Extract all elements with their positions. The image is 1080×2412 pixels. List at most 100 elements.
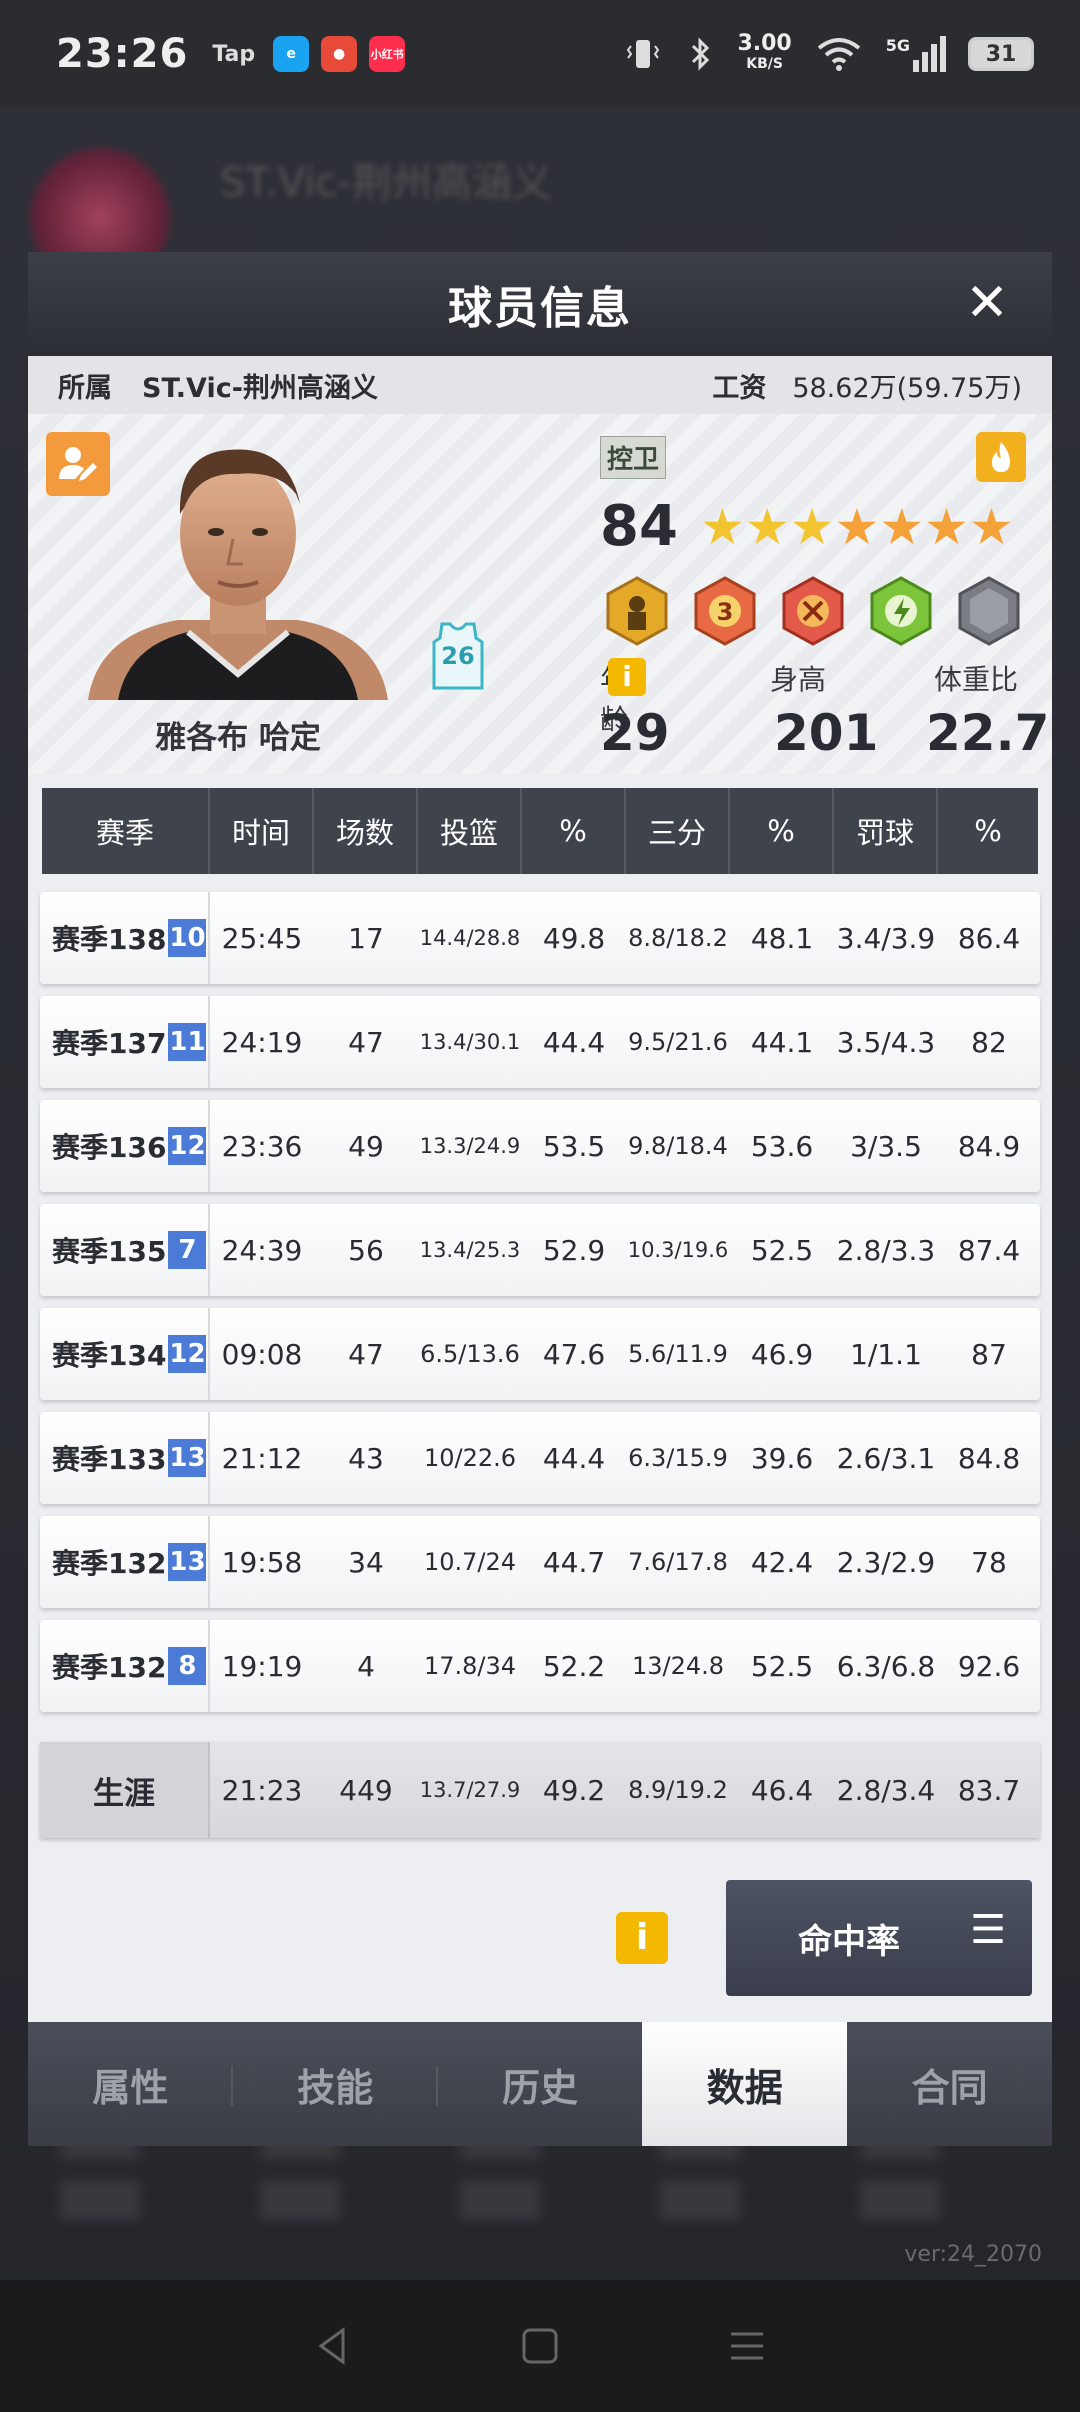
fg-pct-cell: 53.5 [542,1129,606,1163]
ft-cell: 3.5/4.3 [836,1025,936,1059]
table-row[interactable]: 赛季136 12 23:36 49 13.3/24.9 53.5 9.8/18.4… [40,1100,1040,1192]
defense-badge-icon[interactable] [776,574,850,648]
fg-pct-cell: 44.4 [542,1025,606,1059]
player-badge-icon[interactable] [600,574,674,648]
table-row[interactable]: 赛季134 12 09:08 47 6.5/13.6 47.6 5.6/11.9 … [40,1308,1040,1400]
star-icon: ★ [700,498,745,556]
season-number-badge: 12 [168,1127,207,1165]
col-ft-pct: % [974,814,1002,848]
tab-data[interactable]: 数据 [642,2022,848,2146]
height-value: 201 [774,704,879,762]
fg-pct-cell: 52.9 [542,1233,606,1267]
three-cell: 5.6/11.9 [628,1340,728,1368]
player-profile: 26 雅各布 哈定 控卫 84 ★ ★ ★ ★ ★ ★ ★ 3 年龄i 身高 体… [28,414,1052,774]
ft-pct-cell: 86.4 [957,921,1021,955]
season-cell: 赛季133 13 [40,1412,210,1504]
bottom-tabs: 属性 技能 历史 数据 合同 [28,2022,1052,2146]
tab-contract[interactable]: 合同 [847,2022,1052,2146]
games-cell: 56 [348,1233,384,1267]
ft-pct-cell: 92.6 [957,1649,1021,1683]
hot-button[interactable] [976,432,1026,482]
season-number-badge: 13 [168,1439,207,1477]
close-icon[interactable]: ✕ [962,277,1012,329]
player-name: 雅各布 哈定 [155,720,321,756]
fg-cell: 17.8/34 [423,1652,517,1680]
status-bar: 23:26 Tap e ● 小红书 3.00 KB/S 5G 31 [0,0,1080,108]
season-cell: 赛季132 8 [40,1620,210,1712]
table-row[interactable]: 赛季135 7 24:39 56 13.4/25.3 52.9 10.3/19.6… [40,1204,1040,1296]
back-icon[interactable] [311,2324,355,2368]
games-cell: 43 [348,1441,384,1475]
height-label: 身高 [770,663,827,696]
career-row: 生涯 21:23 449 13.7/27.9 49.2 8.9/19.2 46.… [40,1742,1040,1838]
info-icon[interactable]: i [616,1912,668,1964]
ft-pct-cell: 78 [971,1545,1007,1579]
col-ft: 罚球 [834,788,938,874]
info-icon[interactable]: i [608,658,646,696]
three-point-badge-icon[interactable]: 3 [688,574,762,648]
star-icon: ★ [879,498,925,556]
career-games: 449 [339,1773,393,1807]
menu-icon: ☰ [970,1907,1006,1953]
ft-cell: 2.8/3.3 [836,1233,936,1267]
tab-skills[interactable]: 技能 [233,2022,438,2146]
age-value: 29 [600,704,670,762]
ft-cell: 1/1.1 [850,1337,922,1371]
col-three-pct: % [730,788,834,874]
time-cell: 19:58 [221,1545,303,1579]
attribute-labels: 年龄i 身高 体重比 [600,658,1019,736]
tab-history[interactable]: 历史 [438,2022,643,2146]
stats-table-header: 赛季 时间 场数 投篮 % 三分 % 罚球 % [42,788,1038,874]
attribute-values: 29 201 22.7 [600,704,1049,764]
stats-table-body: 赛季138 10 25:45 17 14.4/28.8 49.8 8.8/18.2… [40,892,1040,1724]
season-number-badge: 11 [168,1023,207,1061]
games-cell: 47 [348,1337,384,1371]
locked-badge-icon[interactable] [952,574,1026,648]
time-cell: 21:12 [221,1441,303,1475]
dialog-header: 球员信息 ✕ [28,252,1052,356]
fire-icon [992,442,1010,472]
table-row[interactable]: 赛季137 11 24:19 47 13.4/30.1 44.4 9.5/21.6… [40,996,1040,1088]
table-row[interactable]: 赛季138 10 25:45 17 14.4/28.8 49.8 8.8/18.2… [40,892,1040,984]
col-fg-pct: % [522,788,626,874]
time-cell: 19:19 [221,1649,303,1683]
star-icon: ★ [924,498,969,556]
season-cell: 赛季136 12 [40,1100,210,1192]
fg-cell: 13.4/25.3 [419,1238,521,1262]
tab-attributes[interactable]: 属性 [28,2022,233,2146]
season-number-badge: 10 [168,919,207,957]
notification-icons: Tap e ● 小红书 [212,36,406,72]
bluetooth-icon [692,37,710,71]
weight-ratio-value: 22.7 [926,704,1050,762]
recents-icon[interactable] [725,2324,769,2368]
three-cell: 8.8/18.2 [628,924,728,952]
career-ft: 2.8/3.4 [836,1773,936,1807]
three-pct-cell: 53.6 [750,1129,814,1163]
xiaohongshu-icon: 小红书 [369,36,406,72]
three-cell: 13/24.8 [631,1652,725,1680]
col-season: 赛季 [42,788,210,874]
energy-badge-icon[interactable] [864,574,938,648]
table-row[interactable]: 赛季133 13 21:12 43 10/22.6 44.4 6.3/15.9 3… [40,1412,1040,1504]
home-icon[interactable] [518,2324,562,2368]
hit-rate-button[interactable]: 命中率 ☰ [726,1880,1032,1996]
time-cell: 09:08 [221,1337,303,1371]
games-cell: 4 [357,1649,375,1683]
star-icon: ★ [968,498,1014,556]
team-salary-bar: 所属 ST.Vic-荆州高涵义 工资 58.62万(59.75万) [28,356,1052,414]
weight-ratio-label: 体重比 [934,663,1019,696]
ft-pct-cell: 84.8 [957,1441,1021,1475]
time-cell: 24:19 [221,1025,303,1059]
table-row[interactable]: 赛季132 8 19:19 4 17.8/34 52.2 13/24.8 52.5… [40,1620,1040,1712]
season-number-badge: 7 [168,1231,207,1269]
season-cell: 赛季134 12 [40,1308,210,1400]
overall-rating: 84 [600,494,678,559]
table-row[interactable]: 赛季132 13 19:58 34 10.7/24 44.7 7.6/17.8 4… [40,1516,1040,1608]
player-portrait [88,449,388,700]
vibrate-icon [627,40,660,68]
fg-pct-cell: 52.2 [542,1649,606,1683]
three-pct-cell: 42.4 [750,1545,814,1579]
time-cell: 25:45 [221,921,303,955]
ft-pct-cell: 87 [971,1337,1007,1371]
ft-cell: 3/3.5 [850,1129,922,1163]
